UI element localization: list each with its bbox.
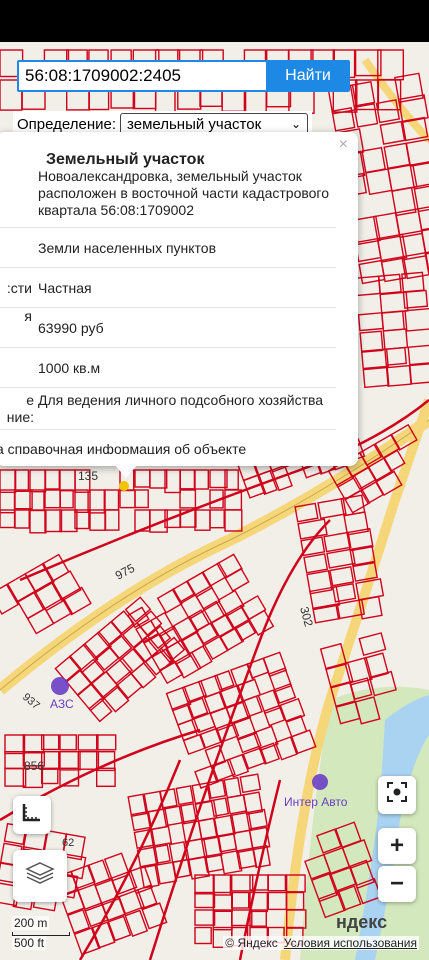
attribute-value: 1000 кв.м	[38, 360, 101, 376]
table-row: я 63990 руб	[0, 308, 336, 348]
ruler-icon	[21, 801, 43, 830]
definition-label: Определение:	[17, 115, 117, 133]
map-label: 135	[78, 469, 98, 483]
popup-pointer	[114, 464, 138, 478]
cadastral-number-input[interactable]	[17, 60, 276, 92]
table-row: сти: Частная	[0, 268, 336, 308]
layers-icon	[25, 860, 55, 893]
popup-title: Земельный участок	[46, 151, 205, 168]
map-label: АЗС	[50, 697, 74, 711]
attribute-value: Частная	[38, 280, 92, 296]
attribution: © Яндекс Условия использования	[223, 936, 419, 950]
scale-imperial: 500 ft	[12, 936, 47, 950]
table-row: 1000 кв.м	[0, 348, 336, 388]
definition-selected-value: земельный участок	[127, 115, 262, 133]
terms-link[interactable]: Условия использования	[284, 936, 417, 950]
find-button[interactable]: Найти	[266, 60, 350, 92]
map-label: 62	[62, 837, 74, 849]
scale-metric: 200 m	[12, 916, 50, 930]
copyright-text: © Яндекс	[225, 936, 278, 950]
geolocation-icon	[386, 781, 408, 810]
attribute-value: 63990 руб	[38, 320, 104, 336]
geolocation-button[interactable]	[378, 776, 416, 814]
parcel-info-popup: × Земельный участок Новоалександровка, з…	[0, 132, 358, 466]
chevron-down-icon: ⌄	[290, 117, 302, 131]
zoom-out-button[interactable]: −	[378, 866, 416, 902]
table-row: Новоалександровка, земельный участок рас…	[0, 168, 336, 228]
attribute-key: е ние:	[6, 392, 34, 425]
attribute-value: Земли населенных пунктов	[38, 240, 217, 256]
yandex-logo: ндекс	[336, 912, 388, 932]
map-label: Интер Авто	[284, 795, 348, 809]
poi-marker-icon[interactable]	[312, 774, 328, 790]
table-row: Земли населенных пунктов	[0, 228, 336, 268]
parcel-attribute-table: Новоалександровка, земельный участок рас…	[0, 168, 336, 430]
gas-station-icon[interactable]	[51, 677, 69, 695]
reference-info-link[interactable]: а справочная информация об объекте	[0, 440, 336, 454]
attribute-value: Новоалександровка, земельный участок рас…	[38, 168, 330, 218]
search-bar: Найти	[17, 60, 351, 92]
map-label: 856	[24, 759, 44, 773]
ruler-button[interactable]	[13, 796, 51, 834]
layers-button[interactable]	[13, 850, 67, 902]
attribute-value: Для ведения личного подсобного хозяйства	[38, 392, 324, 408]
attribute-key: я	[24, 308, 32, 324]
zoom-in-button[interactable]: +	[378, 828, 416, 864]
table-row: е ние: Для ведения личного подсобного хо…	[0, 388, 336, 430]
status-bar	[0, 0, 429, 42]
close-icon[interactable]: ×	[339, 136, 348, 154]
parcel-pin-icon	[119, 481, 129, 491]
map-scale: 200 m 500 ft	[6, 916, 86, 956]
attribute-key: сти:	[6, 280, 32, 296]
